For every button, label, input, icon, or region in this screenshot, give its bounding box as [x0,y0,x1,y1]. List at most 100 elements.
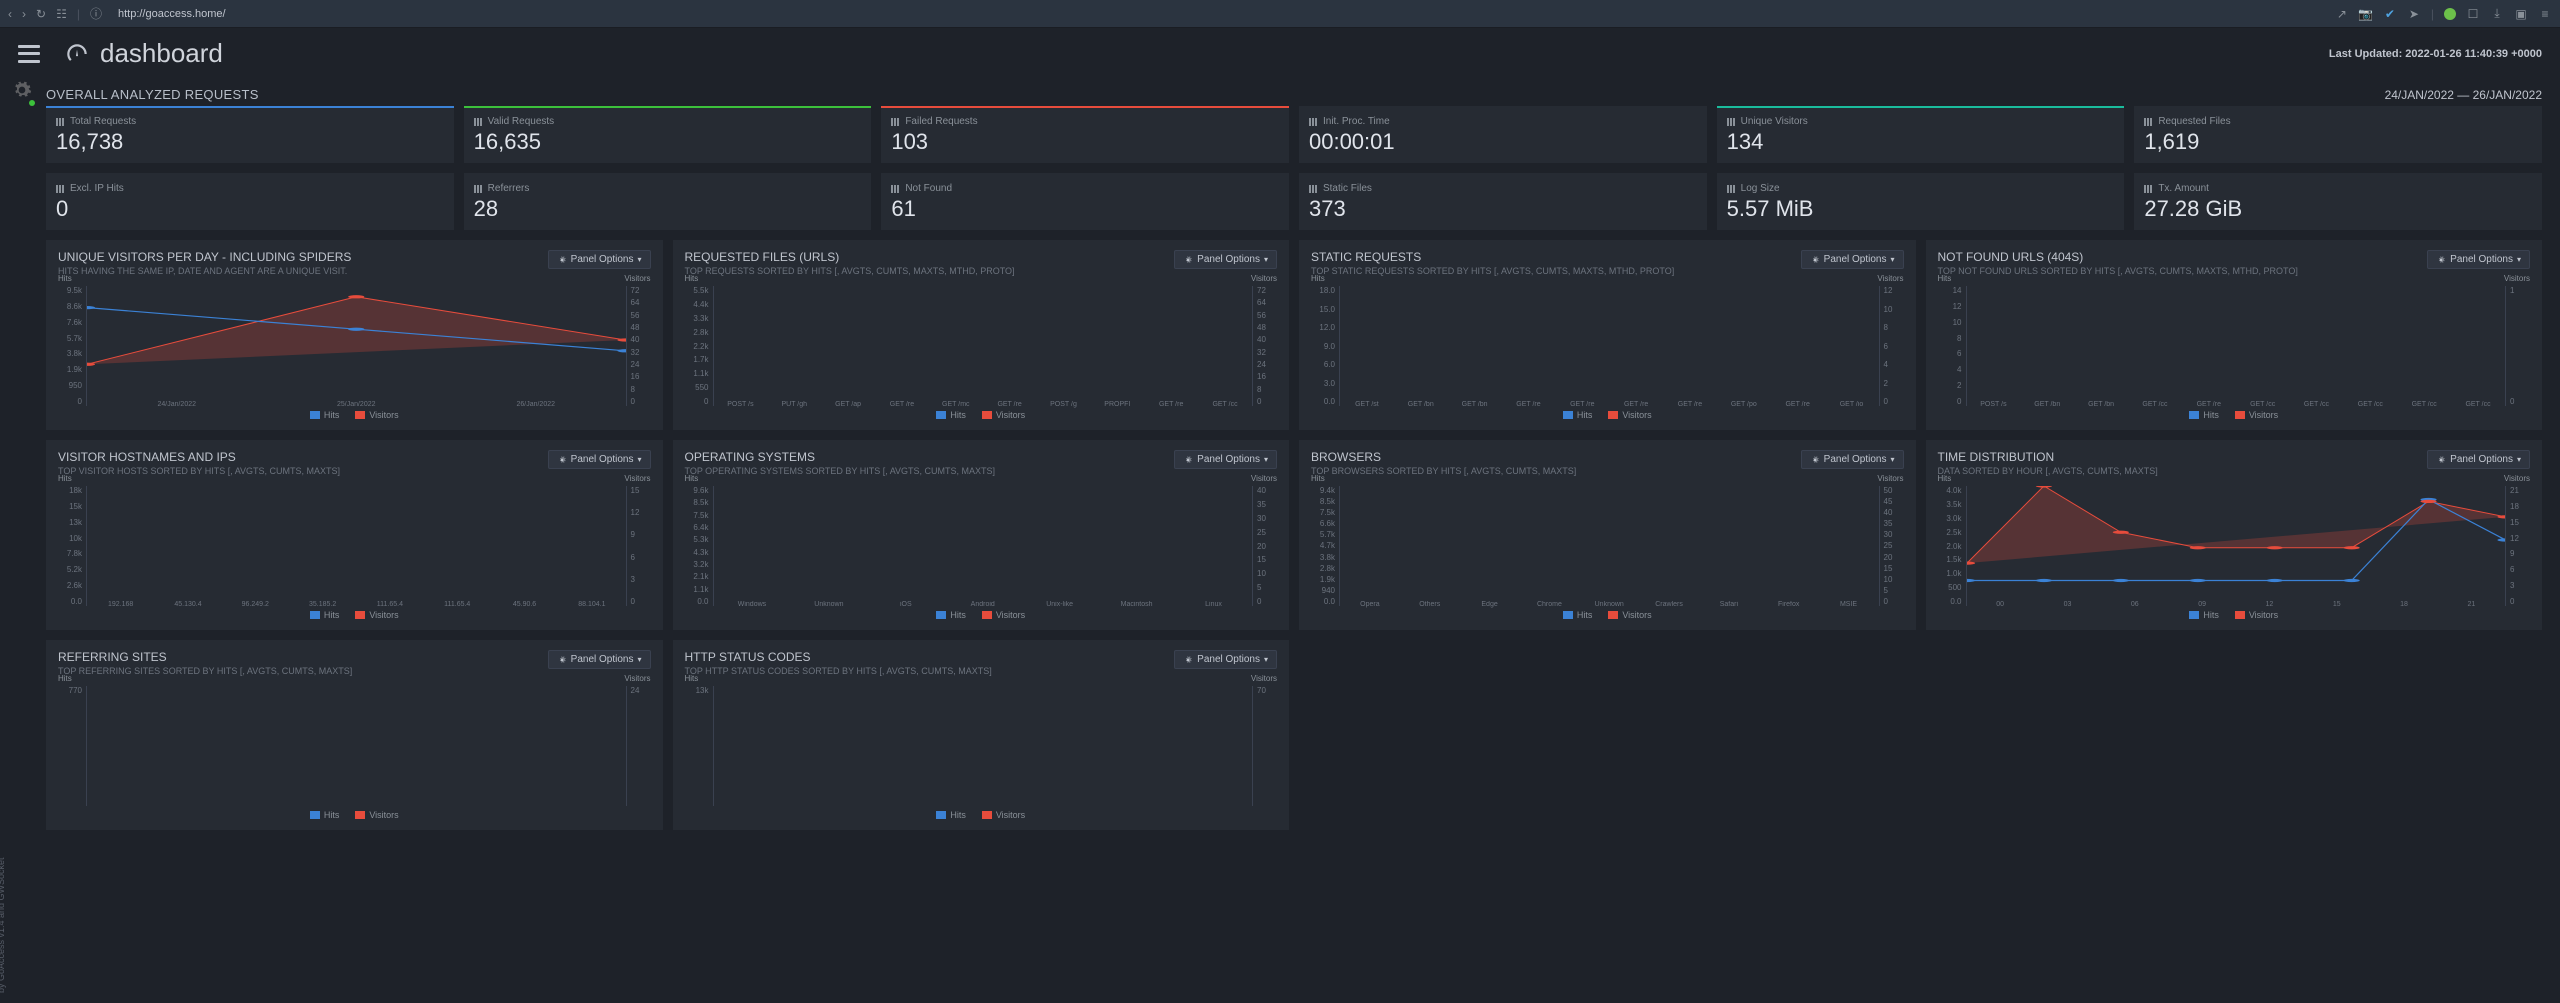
bar-chart-icon [2144,185,2154,193]
panel-subtitle: TOP VISITOR HOSTS SORTED BY HITS [, AVGT… [58,466,340,476]
legend-visitors: Visitors [982,810,1025,820]
stat-label: Not Found [891,183,1279,194]
stat-label: Requested Files [2144,116,2532,127]
y-axis-right-label: Visitors [2504,474,2530,483]
panel-title: NOT FOUND URLS (404S) [1938,250,2298,264]
panel-title: VISITOR HOSTNAMES AND IPS [58,450,340,464]
bar-chart-icon [56,185,66,193]
bar-chart-icon [474,118,484,126]
stat-label: Log Size [1727,183,2115,194]
stat-value: 134 [1727,129,2115,155]
panel-options-button[interactable]: Panel Options [2427,250,2530,269]
settings-gear-icon[interactable] [12,80,32,103]
send-icon[interactable]: ➤ [2407,7,2421,21]
panel-options-button[interactable]: Panel Options [1801,450,1904,469]
reload-icon[interactable]: ↻ [36,7,46,21]
panel-title: REQUESTED FILES (URLS) [685,250,1015,264]
last-updated: Last Updated: 2022-01-26 11:40:39 +0000 [2329,48,2542,60]
stat-value: 0 [56,196,444,222]
stat-value: 5.57 MiB [1727,196,2115,222]
apps-icon[interactable]: ☷ [56,7,67,21]
legend-visitors: Visitors [1608,410,1651,420]
back-icon[interactable]: ‹ [8,7,12,21]
share-icon[interactable]: ↗ [2335,7,2349,21]
hamburger-icon[interactable] [18,45,40,63]
stat-card: Unique Visitors 134 [1717,106,2125,163]
menu-icon[interactable]: ≡ [2538,7,2552,21]
panel-options-button[interactable]: Panel Options [548,650,651,669]
y-axis-left-label: Hits [685,274,699,283]
gear-icon [1183,255,1193,265]
panel-options-button[interactable]: Panel Options [1801,250,1904,269]
stat-value: 27.28 GiB [2144,196,2532,222]
panel-options-button[interactable]: Panel Options [1174,450,1277,469]
bar-chart-icon [1727,118,1737,126]
y-axis-right-label: Visitors [1251,274,1277,283]
stat-value: 00:00:01 [1309,129,1697,155]
legend-visitors: Visitors [982,610,1025,620]
panel-options-button[interactable]: Panel Options [548,250,651,269]
legend-hits: Hits [936,610,966,620]
y-axis-right-label: Visitors [2504,274,2530,283]
panel-subtitle: TOP OPERATING SYSTEMS SORTED BY HITS [, … [685,466,996,476]
y-axis-right-label: Visitors [1877,274,1903,283]
gear-icon [557,655,567,665]
stat-value: 16,635 [474,129,862,155]
panel-title: STATIC REQUESTS [1311,250,1674,264]
shield-check-icon[interactable]: ✔ [2383,7,2397,21]
stat-card: Referrers 28 [464,173,872,230]
legend-hits: Hits [310,610,340,620]
stat-card: Failed Requests 103 [881,106,1289,163]
stat-value: 16,738 [56,129,444,155]
panel-title: OPERATING SYSTEMS [685,450,996,464]
panel-visitors-per-day: UNIQUE VISITORS PER DAY - INCLUDING SPID… [46,240,663,430]
bar-chart-icon [891,185,901,193]
y-axis-right-label: Visitors [624,474,650,483]
panel-subtitle: DATA SORTED BY HOUR [, AVGTS, CUMTS, MAX… [1938,466,2158,476]
stat-value: 61 [891,196,1279,222]
gauge-icon [64,41,90,67]
y-axis-left-label: Hits [58,674,72,683]
gear-icon [1810,455,1820,465]
panel-subtitle: HITS HAVING THE SAME IP, DATE AND AGENT … [58,266,351,276]
gear-icon [1810,255,1820,265]
panel-requested-files: REQUESTED FILES (URLS) TOP REQUESTS SORT… [673,240,1290,430]
devices-icon[interactable]: ▣ [2514,7,2528,21]
panel-title: HTTP STATUS CODES [685,650,992,664]
camera-icon[interactable]: 📷 [2359,7,2373,21]
stat-label: Static Files [1309,183,1697,194]
gear-icon [557,255,567,265]
y-axis-right-label: Visitors [1877,474,1903,483]
panel-subtitle: TOP NOT FOUND URLS SORTED BY HITS [, AVG… [1938,266,2298,276]
legend-visitors: Visitors [355,410,398,420]
y-axis-left-label: Hits [58,474,72,483]
cube-icon[interactable]: ☐ [2466,7,2480,21]
y-axis-left-label: Hits [1311,474,1325,483]
stats-row-bottom: Excl. IP Hits 0Referrers 28Not Found 61S… [46,173,2542,230]
y-axis-left-label: Hits [58,274,72,283]
download-icon[interactable]: ⤓ [2490,7,2504,21]
panel-referring-sites: REFERRING SITES TOP REFERRING SITES SORT… [46,640,663,830]
gear-icon [2436,255,2446,265]
y-axis-left-label: Hits [1938,474,1952,483]
stat-card: Log Size 5.57 MiB [1717,173,2125,230]
gear-icon [2436,455,2446,465]
stats-row-top: Total Requests 16,738Valid Requests 16,6… [46,106,2542,163]
y-axis-right-label: Visitors [1251,674,1277,683]
legend-hits: Hits [936,410,966,420]
panels-grid: UNIQUE VISITORS PER DAY - INCLUDING SPID… [46,240,2542,830]
url-bar[interactable]: http://goaccess.home/ [112,8,2325,20]
panel-options-button[interactable]: Panel Options [2427,450,2530,469]
stat-label: Failed Requests [891,116,1279,127]
panel-options-button[interactable]: Panel Options [1174,650,1277,669]
forward-icon[interactable]: › [22,7,26,21]
panel-subtitle: TOP STATIC REQUESTS SORTED BY HITS [, AV… [1311,266,1674,276]
panel-browsers: BROWSERS TOP BROWSERS SORTED BY HITS [, … [1299,440,1916,630]
panel-options-button[interactable]: Panel Options [1174,250,1277,269]
gear-icon [1183,655,1193,665]
legend-visitors: Visitors [1608,610,1651,620]
legend-hits: Hits [936,810,966,820]
browser-chrome: ‹ › ↻ ☷ | ⓘ http://goaccess.home/ ↗ 📷 ✔ … [0,0,2560,28]
panel-options-button[interactable]: Panel Options [548,450,651,469]
bar-chart-icon [1309,185,1319,193]
